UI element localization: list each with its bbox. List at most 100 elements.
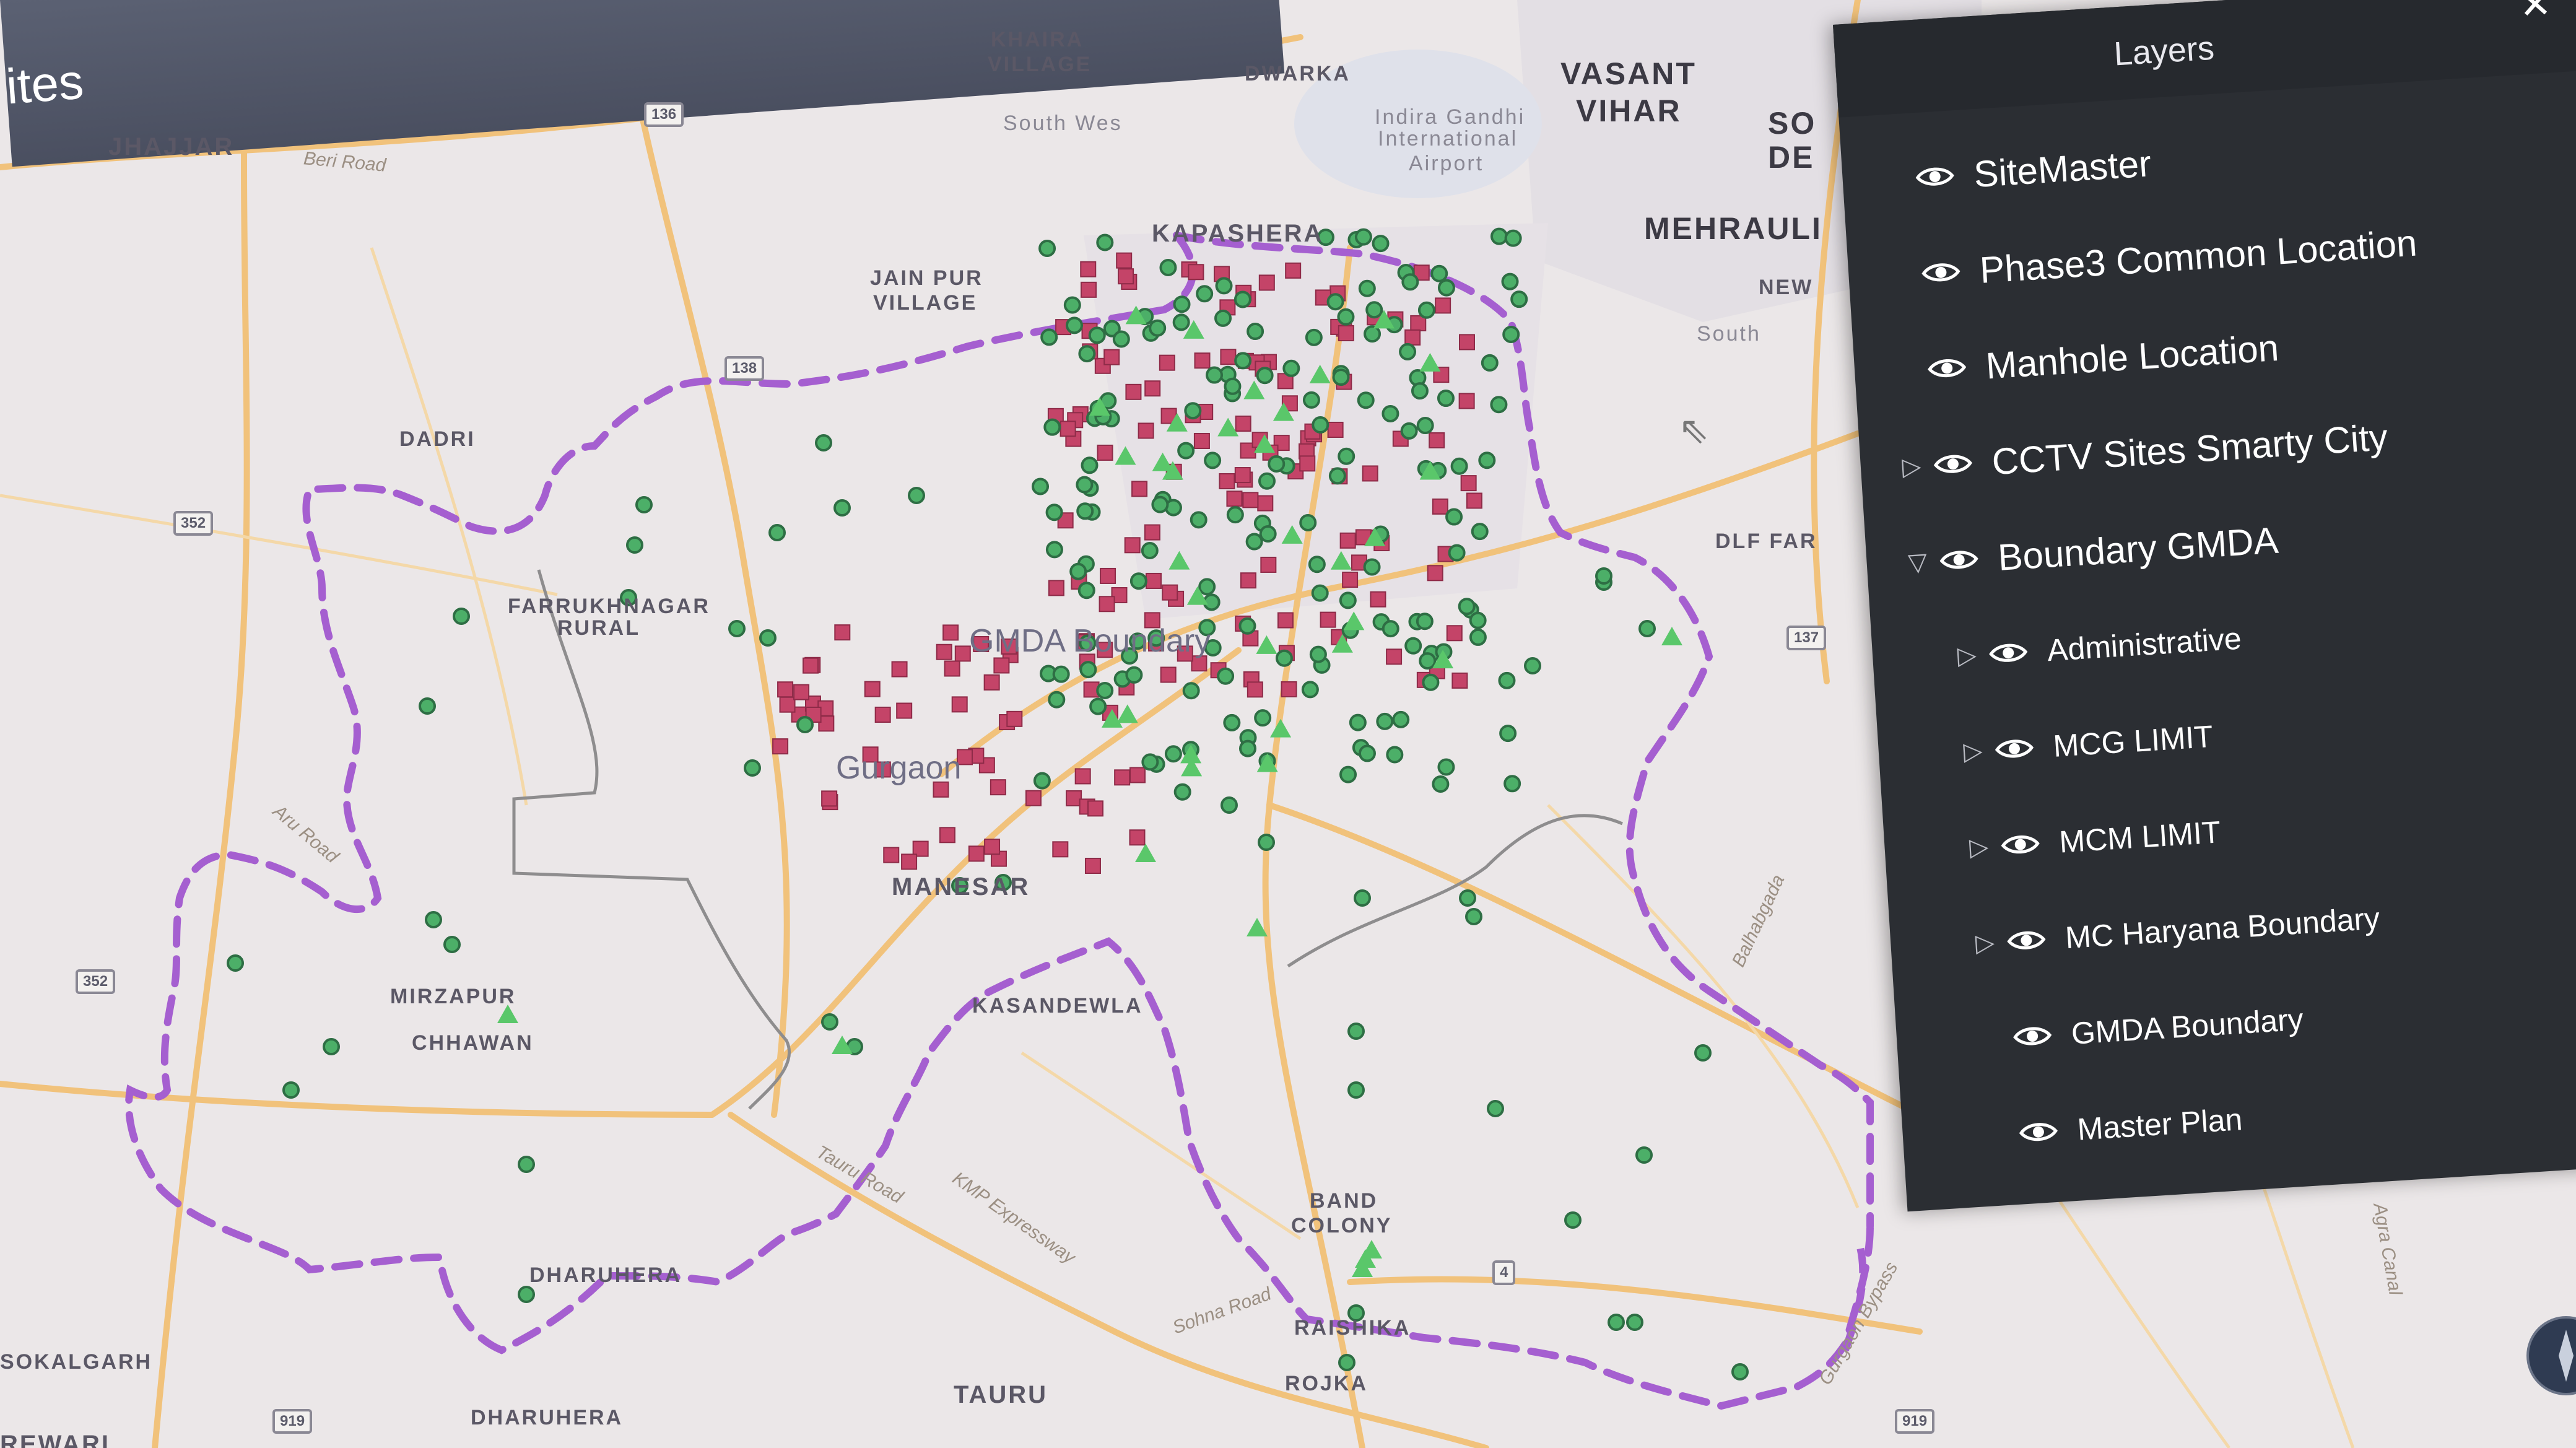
site-square-marker[interactable] bbox=[1338, 325, 1354, 342]
site-circle-marker[interactable] bbox=[1469, 628, 1487, 646]
site-square-marker[interactable] bbox=[1084, 858, 1101, 874]
site-circle-marker[interactable] bbox=[1328, 467, 1346, 485]
site-square-marker[interactable] bbox=[1339, 532, 1356, 549]
site-square-marker[interactable] bbox=[1159, 354, 1175, 371]
site-square-marker[interactable] bbox=[1097, 444, 1113, 461]
site-square-marker[interactable] bbox=[1446, 625, 1463, 642]
caret-down-icon[interactable]: ▽ bbox=[1903, 547, 1932, 578]
site-square-marker[interactable] bbox=[1131, 481, 1148, 497]
site-circle-marker[interactable] bbox=[1481, 354, 1499, 372]
site-circle-marker[interactable] bbox=[1254, 709, 1272, 727]
site-circle-marker[interactable] bbox=[1245, 533, 1263, 551]
site-circle-marker[interactable] bbox=[1076, 476, 1094, 494]
site-circle-marker[interactable] bbox=[1088, 326, 1106, 344]
site-circle-marker[interactable] bbox=[1400, 422, 1418, 440]
site-circle-marker[interactable] bbox=[635, 496, 653, 513]
site-square-marker[interactable] bbox=[1193, 432, 1210, 449]
site-square-marker[interactable] bbox=[984, 839, 1001, 855]
site-circle-marker[interactable] bbox=[1422, 673, 1440, 691]
site-circle-marker[interactable] bbox=[1052, 665, 1070, 683]
site-circle-marker[interactable] bbox=[1332, 369, 1350, 386]
site-square-marker[interactable] bbox=[1025, 790, 1042, 806]
site-circle-marker[interactable] bbox=[282, 1081, 300, 1099]
site-circle-marker[interactable] bbox=[1465, 908, 1482, 925]
site-circle-marker[interactable] bbox=[1112, 330, 1130, 348]
site-circle-marker[interactable] bbox=[518, 1286, 535, 1303]
site-circle-marker[interactable] bbox=[1198, 578, 1216, 596]
site-circle-marker[interactable] bbox=[1312, 416, 1329, 434]
site-circle-marker[interactable] bbox=[1259, 525, 1277, 543]
site-circle-marker[interactable] bbox=[1182, 682, 1200, 700]
site-square-marker[interactable] bbox=[1052, 841, 1069, 858]
site-circle-marker[interactable] bbox=[1363, 558, 1381, 576]
site-square-marker[interactable] bbox=[1342, 572, 1359, 588]
site-circle-marker[interactable] bbox=[1096, 233, 1114, 251]
site-square-marker[interactable] bbox=[1451, 672, 1468, 689]
site-circle-marker[interactable] bbox=[1079, 661, 1097, 679]
site-square-marker[interactable] bbox=[1234, 467, 1251, 484]
site-circle-marker[interactable] bbox=[1308, 556, 1326, 574]
site-circle-marker[interactable] bbox=[1268, 455, 1286, 473]
site-square-marker[interactable] bbox=[993, 657, 1010, 674]
site-circle-marker[interactable] bbox=[1275, 649, 1293, 667]
site-circle-marker[interactable] bbox=[1358, 279, 1376, 297]
site-circle-marker[interactable] bbox=[323, 1038, 340, 1055]
site-square-marker[interactable] bbox=[1466, 492, 1482, 509]
site-circle-marker[interactable] bbox=[1164, 745, 1182, 763]
eye-icon[interactable] bbox=[1912, 252, 1970, 293]
site-circle-marker[interactable] bbox=[1382, 620, 1399, 638]
site-square-marker[interactable] bbox=[834, 624, 851, 641]
site-square-marker[interactable] bbox=[1194, 352, 1211, 369]
site-circle-marker[interactable] bbox=[1364, 325, 1382, 343]
site-circle-marker[interactable] bbox=[1498, 671, 1516, 689]
site-circle-marker[interactable] bbox=[1471, 523, 1489, 541]
site-circle-marker[interactable] bbox=[1063, 296, 1081, 314]
caret-right-icon[interactable]: ▷ bbox=[1897, 451, 1926, 482]
site-circle-marker[interactable] bbox=[1416, 417, 1434, 435]
site-circle-marker[interactable] bbox=[1204, 451, 1222, 469]
site-circle-marker[interactable] bbox=[1490, 227, 1508, 245]
site-circle-marker[interactable] bbox=[1141, 542, 1159, 560]
site-circle-marker[interactable] bbox=[1196, 285, 1214, 303]
site-circle-marker[interactable] bbox=[626, 536, 643, 554]
site-circle-marker[interactable] bbox=[1499, 725, 1517, 743]
site-circle-marker[interactable] bbox=[1564, 1211, 1582, 1229]
eye-icon[interactable] bbox=[1998, 920, 2056, 961]
site-square-marker[interactable] bbox=[954, 645, 971, 662]
site-circle-marker[interactable] bbox=[1386, 746, 1404, 764]
site-square-marker[interactable] bbox=[1240, 572, 1256, 589]
site-circle-marker[interactable] bbox=[1305, 328, 1323, 346]
site-square-marker[interactable] bbox=[874, 707, 891, 723]
site-circle-marker[interactable] bbox=[1417, 301, 1435, 319]
site-circle-marker[interactable] bbox=[1096, 681, 1114, 699]
site-square-marker[interactable] bbox=[864, 681, 881, 697]
site-circle-marker[interactable] bbox=[1437, 279, 1455, 297]
site-square-marker[interactable] bbox=[1066, 790, 1082, 806]
site-circle-marker[interactable] bbox=[1694, 1044, 1712, 1062]
site-circle-marker[interactable] bbox=[1151, 495, 1169, 513]
site-square-marker[interactable] bbox=[1100, 567, 1116, 584]
site-circle-marker[interactable] bbox=[1299, 513, 1317, 531]
site-circle-marker[interactable] bbox=[419, 697, 436, 715]
site-square-marker[interactable] bbox=[1320, 611, 1336, 628]
site-circle-marker[interactable] bbox=[1608, 1314, 1625, 1331]
site-square-marker[interactable] bbox=[1235, 416, 1251, 432]
site-circle-marker[interactable] bbox=[1238, 617, 1256, 635]
site-square-marker[interactable] bbox=[1006, 710, 1023, 727]
site-square-marker[interactable] bbox=[803, 657, 819, 674]
site-square-marker[interactable] bbox=[1145, 572, 1162, 589]
site-circle-marker[interactable] bbox=[1206, 366, 1224, 384]
site-circle-marker[interactable] bbox=[1256, 367, 1274, 385]
close-icon[interactable]: ✕ bbox=[2518, 0, 2552, 28]
site-circle-marker[interactable] bbox=[1309, 645, 1327, 663]
site-circle-marker[interactable] bbox=[1478, 451, 1496, 469]
layer-row[interactable]: SiteMaster bbox=[1840, 95, 2576, 219]
site-square-marker[interactable] bbox=[1247, 681, 1263, 698]
site-circle-marker[interactable] bbox=[1490, 396, 1508, 414]
site-circle-marker[interactable] bbox=[1635, 1146, 1653, 1164]
site-circle-marker[interactable] bbox=[1432, 775, 1450, 793]
site-circle-marker[interactable] bbox=[796, 716, 814, 733]
site-circle-marker[interactable] bbox=[759, 629, 777, 647]
site-circle-marker[interactable] bbox=[1458, 598, 1476, 616]
site-circle-marker[interactable] bbox=[1595, 567, 1612, 585]
